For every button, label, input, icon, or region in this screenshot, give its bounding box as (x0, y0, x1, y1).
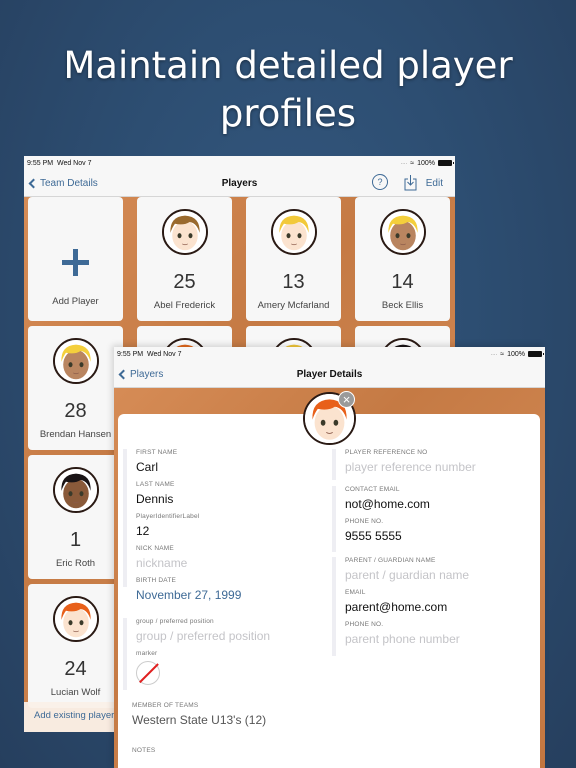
player-name: Lucian Wolf (50, 687, 101, 698)
reference-section: PLAYER REFERENCE NO player reference num… (332, 449, 532, 480)
back-label: Players (130, 368, 164, 380)
page-title: Player Details (296, 368, 363, 380)
back-button[interactable]: Team Details (28, 177, 98, 189)
reference-field[interactable]: player reference number (345, 460, 532, 476)
player-card[interactable]: 28 Brendan Hansen (28, 326, 123, 450)
contact-email-field[interactable]: not@home.com (345, 497, 532, 513)
player-name: Beck Ellis (381, 300, 424, 311)
identifier-label: PlayerIdentifierLabel (136, 513, 200, 520)
player-details-screen: 9:55 PM Wed Nov 7 .... ≈ 100% Players Pl… (114, 347, 545, 768)
birth-date-label: BIRTH DATE (136, 577, 177, 584)
birth-date-field[interactable]: November 27, 1999 (136, 588, 323, 604)
last-name-field[interactable]: Dennis (136, 492, 323, 508)
player-number: 13 (282, 271, 305, 293)
phone-field[interactable]: 9555 5555 (345, 529, 532, 545)
player-avatar (380, 209, 426, 255)
teams-section: MEMBER OF TEAMS Western State U13's (12)… (132, 702, 332, 758)
player-name: Amery Mcfarland (257, 300, 330, 311)
player-number: 14 (391, 271, 414, 293)
back-button[interactable]: Players (118, 368, 164, 380)
player-card[interactable]: 25 Abel Frederick (137, 197, 232, 321)
player-card[interactable]: 14 Beck Ellis (355, 197, 450, 321)
export-icon[interactable] (404, 174, 417, 191)
back-label: Team Details (40, 177, 98, 189)
remove-avatar-button[interactable]: × (338, 391, 355, 408)
player-name: Eric Roth (55, 558, 96, 569)
player-avatar (53, 467, 99, 513)
parent-section: PARENT / GUARDIAN NAME parent / guardian… (332, 557, 532, 656)
status-bar: 9:55 PM Wed Nov 7 .... ≈ 100% (24, 156, 455, 170)
parent-email-label: EMAIL (345, 589, 366, 596)
navigation-bar: Team Details Players ? Edit (24, 170, 455, 197)
chevron-left-icon (28, 178, 39, 188)
marker-label: marker (136, 650, 158, 657)
player-card[interactable]: 13 Amery Mcfarland (246, 197, 341, 321)
player-avatar (53, 596, 99, 642)
signal-icon: .... (400, 160, 408, 166)
reference-label: PLAYER REFERENCE NO (345, 449, 428, 456)
name-section: FIRST NAME Carl LAST NAME Dennis PlayerI… (123, 449, 323, 602)
wifi-icon: ≈ (500, 350, 505, 358)
player-number: 28 (64, 400, 87, 422)
last-name-label: LAST NAME (136, 481, 175, 488)
edit-button[interactable]: Edit (426, 178, 443, 189)
player-avatar (162, 209, 208, 255)
first-name-field[interactable]: Carl (136, 460, 323, 476)
group-section: group / preferred position group / prefe… (123, 618, 323, 690)
teams-label: MEMBER OF TEAMS (132, 702, 199, 709)
nick-name-field[interactable]: nickname (136, 556, 323, 572)
player-number: 25 (173, 271, 196, 293)
marker-none-icon[interactable] (136, 661, 160, 685)
navigation-bar: Players Player Details (114, 361, 545, 388)
player-number: 1 (69, 529, 82, 551)
parent-phone-label: PHONE NO. (345, 621, 384, 628)
player-card[interactable]: 24 Lucian Wolf (28, 584, 123, 708)
status-bar: 9:55 PM Wed Nov 7 .... ≈ 100% (114, 347, 545, 361)
group-field[interactable]: group / preferred position (136, 629, 323, 645)
player-name: Abel Frederick (153, 300, 216, 311)
player-name: Brendan Hansen (39, 429, 112, 440)
player-avatar (271, 209, 317, 255)
group-label: group / preferred position (136, 618, 214, 625)
player-number: 24 (64, 658, 87, 680)
plus-icon (62, 249, 89, 276)
player-card[interactable]: 1 Eric Roth (28, 455, 123, 579)
notes-label: NOTES (132, 747, 156, 754)
first-name-label: FIRST NAME (136, 449, 178, 456)
headline: Maintain detailed player profiles (63, 44, 513, 135)
phone-label: PHONE NO. (345, 518, 384, 525)
contact-email-label: CONTACT EMAIL (345, 486, 400, 493)
player-form: FIRST NAME Carl LAST NAME Dennis PlayerI… (118, 414, 540, 768)
player-avatar (53, 338, 99, 384)
teams-value: Western State U13's (12) (132, 713, 267, 727)
battery-icon (438, 160, 454, 166)
chevron-left-icon (118, 369, 129, 379)
parent-name-field[interactable]: parent / guardian name (345, 568, 532, 584)
add-player-card[interactable]: Add Player (28, 197, 123, 321)
parent-email-field[interactable]: parent@home.com (345, 600, 532, 616)
status-time-date: 9:55 PM Wed Nov 7 (117, 350, 182, 358)
status-time-date: 9:55 PM Wed Nov 7 (27, 159, 92, 167)
identifier-field[interactable]: 12 (136, 524, 323, 540)
wifi-icon: ≈ (410, 159, 415, 167)
parent-phone-field[interactable]: parent phone number (345, 632, 532, 648)
nick-name-label: NICK NAME (136, 545, 174, 552)
add-player-label: Add Player (52, 296, 99, 307)
signal-icon: .... (490, 351, 498, 357)
contact-section: CONTACT EMAIL not@home.com PHONE NO. 955… (332, 486, 532, 552)
parent-name-label: PARENT / GUARDIAN NAME (345, 557, 436, 564)
battery-percent: 100% (417, 159, 435, 167)
help-button[interactable]: ? (372, 174, 388, 190)
battery-icon (528, 351, 544, 357)
battery-percent: 100% (507, 350, 525, 358)
